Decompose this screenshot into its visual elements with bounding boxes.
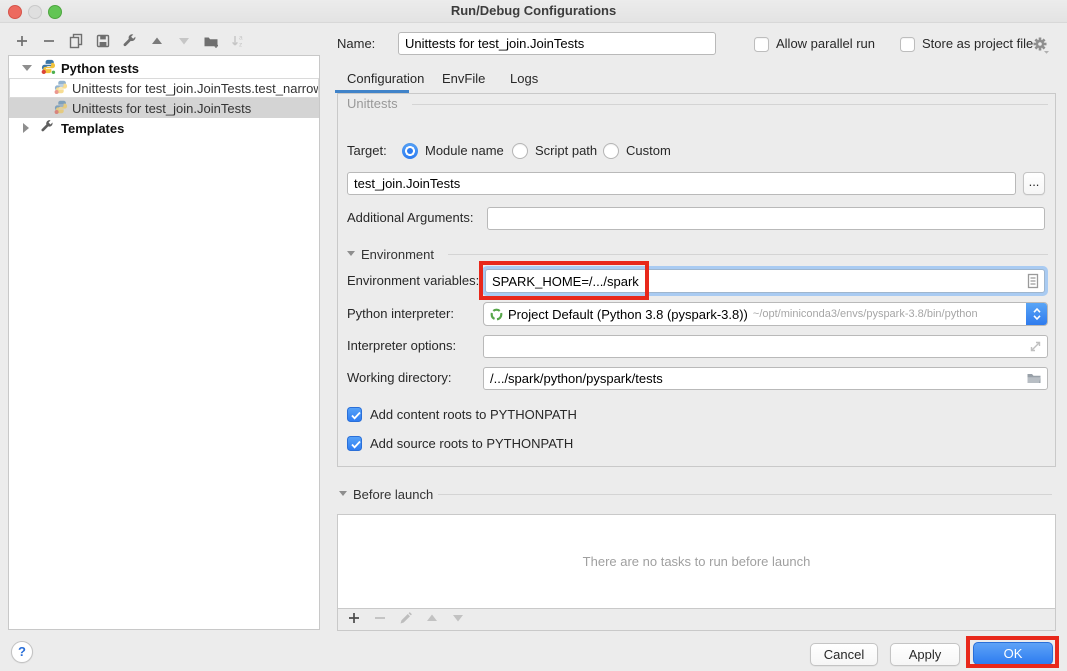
add-content-roots-checkbox[interactable] bbox=[347, 407, 362, 422]
chevron-right-icon[interactable] bbox=[23, 123, 29, 133]
environment-variables-input[interactable] bbox=[485, 269, 1045, 293]
tree-item-label: Templates bbox=[61, 121, 124, 136]
python-interpreter-label: Python interpreter: bbox=[347, 303, 454, 325]
help-button[interactable]: ? bbox=[11, 641, 33, 663]
combo-stepper-icon[interactable] bbox=[1026, 303, 1047, 325]
add-source-roots-label[interactable]: Add source roots to PYTHONPATH bbox=[370, 433, 573, 455]
radio-custom[interactable] bbox=[603, 143, 619, 159]
additional-arguments-input[interactable] bbox=[487, 207, 1045, 230]
folder-icon[interactable] bbox=[1026, 371, 1042, 388]
working-directory-input[interactable] bbox=[483, 367, 1048, 390]
environment-section-title: Environment bbox=[361, 244, 434, 266]
environment-variables-label: Environment variables: bbox=[347, 270, 479, 292]
edit-defaults-icon[interactable] bbox=[122, 33, 138, 49]
interpreter-options-input[interactable] bbox=[483, 335, 1048, 358]
unittests-section-title: Unittests bbox=[347, 96, 398, 111]
cancel-button[interactable]: Cancel bbox=[810, 643, 878, 666]
collapse-before-launch-icon[interactable] bbox=[339, 491, 347, 496]
ok-button[interactable]: OK bbox=[973, 642, 1053, 665]
conda-env-icon bbox=[490, 308, 503, 321]
before-launch-task-list: There are no tasks to run before launch bbox=[338, 515, 1055, 609]
env-vars-list-icon[interactable] bbox=[1026, 273, 1040, 292]
tree-item-label: Python tests bbox=[61, 61, 139, 76]
add-source-roots-checkbox[interactable] bbox=[347, 436, 362, 451]
new-folder-icon[interactable] bbox=[203, 33, 219, 49]
tab-logs[interactable]: Logs bbox=[510, 68, 538, 90]
add-icon[interactable] bbox=[14, 33, 30, 49]
store-as-project-file-label: Store as project file bbox=[922, 33, 1033, 55]
before-launch-toolbar bbox=[346, 609, 466, 627]
tab-configuration[interactable]: Configuration bbox=[347, 68, 424, 90]
svg-text:z: z bbox=[239, 42, 242, 49]
move-down-icon[interactable] bbox=[176, 33, 192, 49]
working-directory-label: Working directory: bbox=[347, 367, 452, 389]
radio-script-path[interactable] bbox=[512, 143, 528, 159]
add-content-roots-label[interactable]: Add content roots to PYTHONPATH bbox=[370, 404, 577, 426]
target-input[interactable] bbox=[347, 172, 1016, 195]
move-up-icon[interactable] bbox=[424, 610, 440, 626]
python-test-run-icon bbox=[54, 100, 68, 117]
section-divider bbox=[412, 104, 1048, 105]
python-interpreter-path: ~/opt/miniconda3/envs/pyspark-3.8/bin/py… bbox=[753, 308, 978, 320]
wrench-icon bbox=[40, 119, 55, 137]
title-bar: Run/Debug Configurations bbox=[0, 0, 1067, 23]
expand-field-icon[interactable] bbox=[1028, 339, 1043, 357]
tree-item-unittests-test-narrow[interactable]: Unittests for test_join.JoinTests.test_n… bbox=[9, 78, 319, 98]
tab-envfile[interactable]: EnvFile bbox=[442, 68, 485, 90]
configurations-tree: Python tests Unittests for test_join.Joi… bbox=[8, 55, 320, 630]
tree-item-templates[interactable]: Templates bbox=[9, 118, 319, 138]
additional-arguments-label: Additional Arguments: bbox=[347, 207, 473, 229]
radio-module-name[interactable] bbox=[402, 143, 418, 159]
radio-script-path-label[interactable]: Script path bbox=[535, 140, 597, 162]
edit-icon[interactable] bbox=[398, 610, 414, 626]
chevron-down-icon[interactable] bbox=[22, 65, 32, 71]
copy-icon[interactable] bbox=[68, 33, 84, 49]
section-divider bbox=[438, 494, 1052, 495]
window-title: Run/Debug Configurations bbox=[0, 0, 1067, 22]
remove-icon[interactable] bbox=[372, 610, 388, 626]
before-launch-empty-text: There are no tasks to run before launch bbox=[583, 554, 811, 569]
tree-item-unittests-jointests-selected[interactable]: Unittests for test_join.JoinTests bbox=[9, 98, 319, 118]
collapse-environment-icon[interactable] bbox=[347, 251, 355, 256]
radio-custom-label[interactable]: Custom bbox=[626, 140, 671, 162]
move-down-icon[interactable] bbox=[450, 610, 466, 626]
section-divider bbox=[448, 254, 1048, 255]
sort-az-icon[interactable]: az bbox=[230, 33, 246, 49]
target-label: Target: bbox=[347, 140, 387, 162]
apply-button[interactable]: Apply bbox=[890, 643, 960, 666]
tree-item-label: Unittests for test_join.JoinTests.test_n… bbox=[72, 81, 319, 96]
python-interpreter-select[interactable]: Project Default (Python 3.8 (pyspark-3.8… bbox=[483, 302, 1048, 326]
name-input[interactable] bbox=[398, 32, 716, 55]
before-launch-panel: There are no tasks to run before launch bbox=[337, 514, 1056, 631]
allow-parallel-run-checkbox[interactable] bbox=[754, 37, 769, 52]
store-as-project-file-checkbox[interactable] bbox=[900, 37, 915, 52]
move-up-icon[interactable] bbox=[149, 33, 165, 49]
tree-item-python-tests[interactable]: Python tests bbox=[9, 58, 319, 78]
python-test-run-icon bbox=[54, 80, 68, 97]
run-debug-configurations-dialog: Run/Debug Configurations az Python tests… bbox=[0, 0, 1067, 671]
interpreter-options-label: Interpreter options: bbox=[347, 335, 456, 357]
radio-module-name-label[interactable]: Module name bbox=[425, 140, 504, 162]
remove-icon[interactable] bbox=[41, 33, 57, 49]
before-launch-section-title: Before launch bbox=[353, 484, 433, 506]
svg-text:a: a bbox=[239, 35, 243, 42]
configurations-toolbar: az bbox=[14, 31, 246, 51]
python-tests-icon bbox=[41, 59, 56, 77]
allow-parallel-run-label: Allow parallel run bbox=[776, 33, 875, 55]
python-interpreter-value: Project Default (Python 3.8 (pyspark-3.8… bbox=[508, 307, 748, 322]
browse-button[interactable]: ... bbox=[1023, 172, 1045, 195]
gear-icon[interactable] bbox=[1032, 36, 1050, 57]
tree-item-label: Unittests for test_join.JoinTests bbox=[72, 101, 251, 116]
name-label: Name: bbox=[337, 33, 375, 55]
save-icon[interactable] bbox=[95, 33, 111, 49]
add-icon[interactable] bbox=[346, 610, 362, 626]
